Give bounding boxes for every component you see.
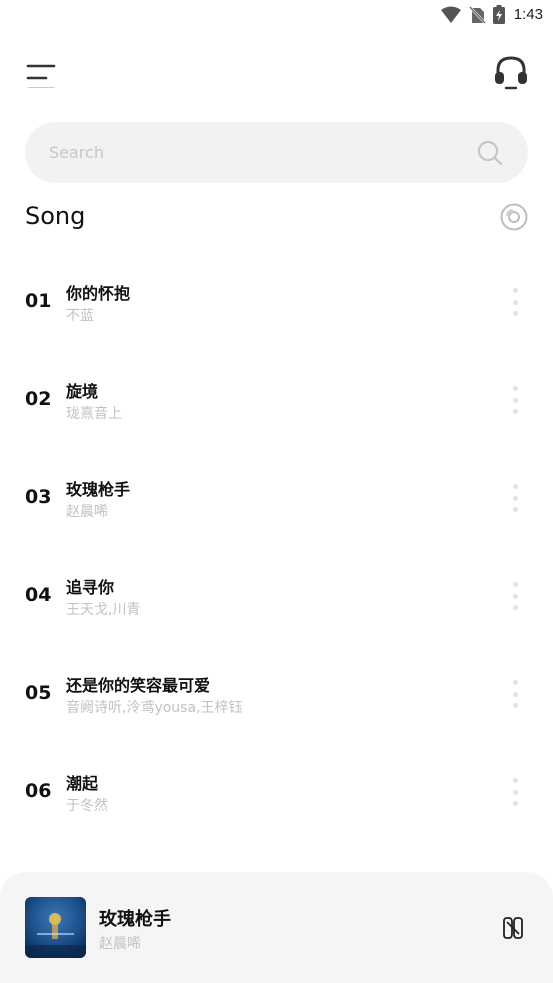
headset-icon	[495, 56, 527, 90]
section-title: Song	[25, 202, 86, 230]
song-title: 潮起	[66, 774, 99, 793]
song-title: 你的怀抱	[66, 284, 131, 303]
disc-button[interactable]	[499, 202, 529, 232]
song-row[interactable]: 06 潮起 于冬然	[0, 742, 553, 840]
song-artist: 不蓝	[66, 308, 94, 324]
search-icon[interactable]	[476, 139, 504, 167]
song-title: 旋境	[66, 382, 99, 401]
status-icons: 1:43	[440, 5, 543, 24]
song-row[interactable]: 04 追寻你 王天戈,川青	[0, 546, 553, 644]
more-options-icon[interactable]	[507, 776, 523, 808]
song-artist: 音阙诗听,泠鸢yousa,王梓钰	[66, 700, 243, 716]
search-bar	[25, 122, 528, 183]
more-options-icon[interactable]	[507, 286, 523, 318]
battery-charging-icon	[492, 5, 505, 24]
song-row[interactable]: 02 旋境 珑熹音上	[0, 350, 553, 448]
song-number: 02	[25, 388, 52, 410]
song-row[interactable]: 05 还是你的笑容最可爱 音阙诗听,泠鸢yousa,王梓钰	[0, 644, 553, 742]
song-number: 06	[25, 780, 52, 802]
song-artist: 珑熹音上	[66, 406, 122, 422]
now-playing-artist: 赵晨唏	[99, 936, 141, 952]
song-number: 05	[25, 682, 52, 704]
album-art[interactable]	[25, 897, 86, 958]
search-input[interactable]	[49, 122, 449, 183]
song-list: 01 你的怀抱 不蓝 02 旋境 珑熹音上 03 玫瑰枪手 赵晨唏 04 追寻你…	[0, 252, 553, 840]
more-options-icon[interactable]	[507, 482, 523, 514]
more-options-icon[interactable]	[507, 384, 523, 416]
status-time: 1:43	[513, 6, 543, 23]
disc-icon	[500, 203, 528, 231]
song-number: 04	[25, 584, 52, 606]
song-number: 01	[25, 290, 52, 312]
song-title: 追寻你	[66, 578, 115, 597]
more-options-icon[interactable]	[507, 678, 523, 710]
hamburger-menu-icon	[26, 64, 56, 91]
song-title: 还是你的笑容最可爱	[66, 676, 211, 695]
song-row[interactable]: 01 你的怀抱 不蓝	[0, 252, 553, 350]
song-row[interactable]: 03 玫瑰枪手 赵晨唏	[0, 448, 553, 546]
album-cover-image	[25, 897, 86, 958]
song-number: 03	[25, 486, 52, 508]
no-sim-icon	[468, 5, 486, 24]
top-bar	[0, 50, 553, 96]
more-options-icon[interactable]	[507, 580, 523, 612]
now-playing-title: 玫瑰枪手	[99, 909, 171, 930]
play-pause-icon[interactable]	[501, 916, 525, 940]
wifi-icon	[440, 6, 461, 23]
song-title: 玫瑰枪手	[66, 480, 131, 499]
song-artist: 王天戈,川青	[66, 602, 141, 618]
song-artist: 于冬然	[66, 798, 108, 814]
mini-player[interactable]: 玫瑰枪手 赵晨唏	[0, 872, 553, 983]
song-artist: 赵晨唏	[66, 504, 108, 520]
menu-button[interactable]	[24, 56, 58, 91]
headset-button[interactable]	[493, 54, 529, 90]
status-bar: 1:43	[0, 0, 553, 30]
